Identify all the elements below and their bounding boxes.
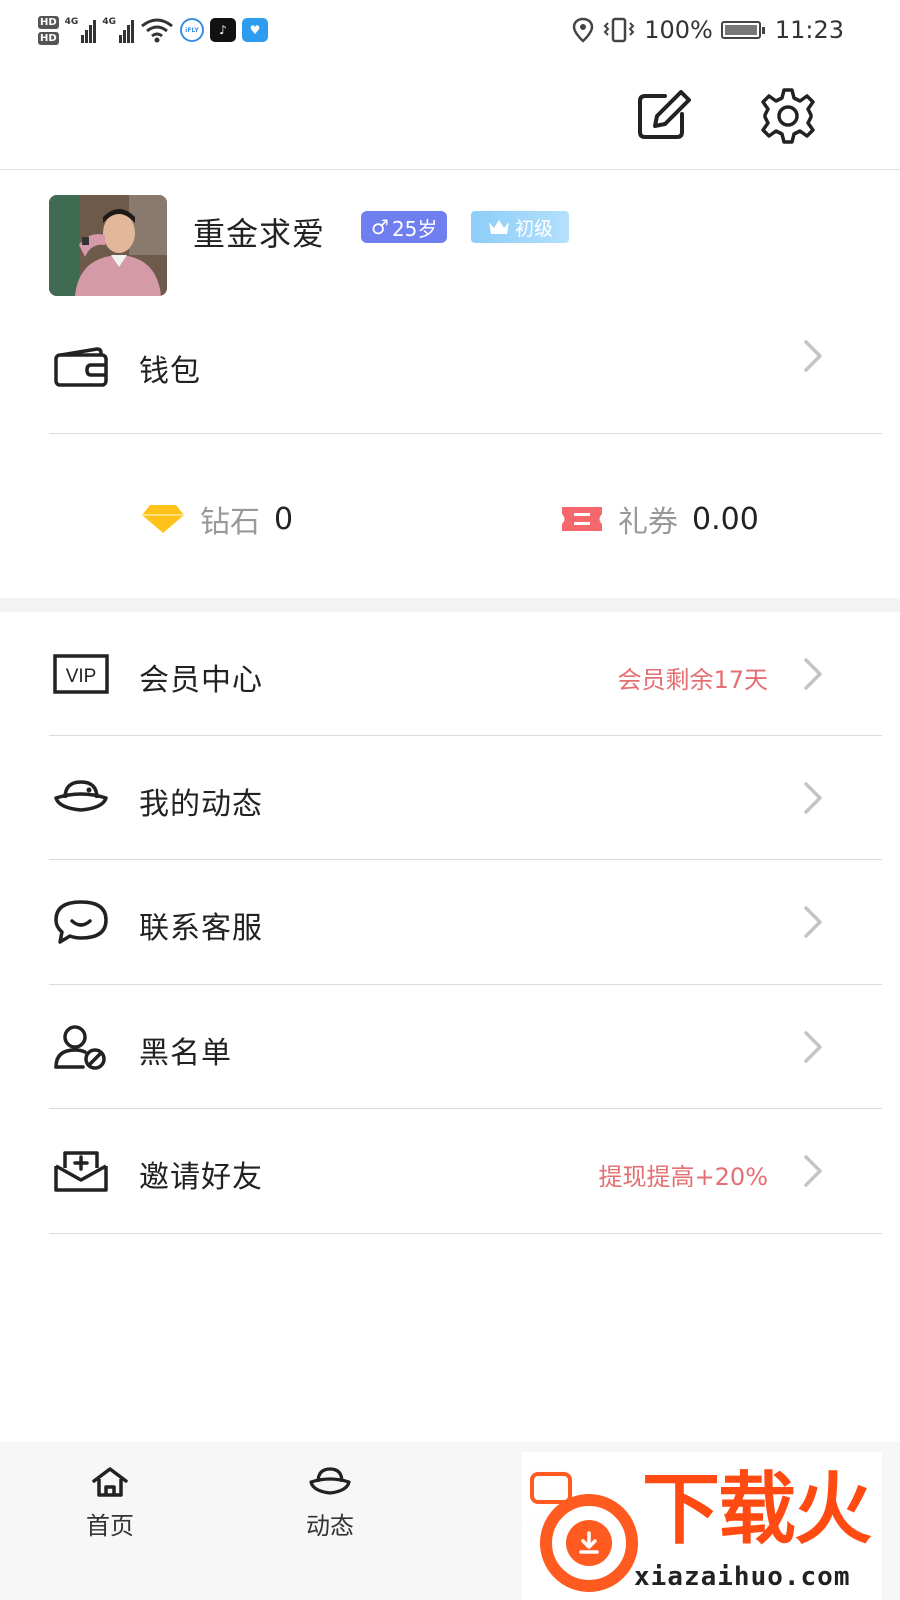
planet-icon bbox=[309, 1467, 351, 1495]
level-badge: 初级 bbox=[471, 211, 569, 243]
battery-percent: 100% bbox=[644, 16, 713, 44]
customer-service-row[interactable]: 联系客服 bbox=[49, 860, 882, 985]
avatar-photo bbox=[49, 195, 167, 296]
nav-home[interactable]: 首页 bbox=[50, 1466, 170, 1541]
watermark-logo: 下载火 xiazaihuo.com bbox=[522, 1452, 882, 1600]
location-icon bbox=[572, 17, 594, 43]
chevron-right-icon bbox=[801, 338, 825, 374]
nav-feed-label: 动态 bbox=[306, 1512, 354, 1540]
wallet-label: 钱包 bbox=[139, 354, 201, 389]
diamond-balance[interactable]: 钻石 0 bbox=[140, 494, 293, 544]
invite-friends-row[interactable]: 邀请好友 提现提高+20% bbox=[49, 1109, 882, 1234]
age-badge: ♂ 25岁 bbox=[361, 211, 448, 243]
coupon-value: 0.00 bbox=[692, 501, 759, 537]
diamond-icon bbox=[142, 505, 184, 533]
chat-bubble-icon bbox=[53, 894, 109, 950]
age-text: 25岁 bbox=[391, 216, 438, 241]
coupon-balance[interactable]: 礼券 0.00 bbox=[560, 494, 759, 544]
vip-icon: VIP bbox=[53, 646, 109, 702]
coupon-label: 礼券 bbox=[618, 505, 678, 540]
ifly-app-icon: iFLY bbox=[179, 18, 204, 42]
my-feed-label: 我的动态 bbox=[139, 787, 263, 822]
clock: 11:23 bbox=[774, 16, 844, 44]
diamond-value: 0 bbox=[274, 501, 294, 537]
blacklist-label: 黑名单 bbox=[139, 1036, 232, 1071]
edit-profile-button[interactable] bbox=[632, 84, 696, 148]
wifi-icon bbox=[141, 18, 173, 43]
hd1-badge: HD bbox=[38, 15, 59, 29]
status-icons-left: HD HD 4G 4G iFLY ♪ ♥ bbox=[38, 10, 268, 50]
avatar[interactable] bbox=[49, 195, 167, 296]
battery-icon bbox=[720, 21, 765, 39]
status-bar: HD HD 4G 4G iFLY ♪ ♥ 100% 11:23 bbox=[0, 0, 900, 62]
svg-text:VIP: VIP bbox=[66, 666, 97, 687]
vip-center-label: 会员中心 bbox=[139, 663, 263, 698]
chevron-right-icon bbox=[801, 780, 825, 816]
health-app-icon: ♥ bbox=[241, 18, 268, 42]
profile-header bbox=[0, 62, 900, 170]
planet-icon bbox=[53, 770, 109, 826]
invite-envelope-icon bbox=[53, 1143, 109, 1199]
download-icon bbox=[566, 1520, 612, 1566]
home-icon bbox=[92, 1467, 128, 1497]
settings-button[interactable] bbox=[756, 84, 820, 148]
vip-center-row[interactable]: VIP 会员中心 会员剩余17天 bbox=[49, 612, 882, 736]
chevron-right-icon bbox=[801, 656, 825, 692]
invite-bonus-text: 提现提高+20% bbox=[598, 1163, 768, 1191]
nav-home-label: 首页 bbox=[86, 1512, 134, 1540]
coupon-icon bbox=[562, 507, 602, 531]
hd-indicators: HD HD bbox=[38, 15, 59, 45]
diamond-label: 钻石 bbox=[200, 505, 260, 540]
wallet-row[interactable]: 钱包 bbox=[49, 310, 882, 434]
tiktok-app-icon: ♪ bbox=[209, 18, 236, 42]
watermark-title: 下载火 bbox=[642, 1465, 872, 1555]
my-feed-row[interactable]: 我的动态 bbox=[49, 736, 882, 860]
invite-friends-label: 邀请好友 bbox=[139, 1160, 263, 1195]
gear-icon bbox=[761, 88, 815, 144]
chevron-right-icon bbox=[801, 904, 825, 940]
profile-card[interactable]: 重金求爱 ♂ 25岁 初级 bbox=[49, 195, 869, 297]
hd2-badge: HD bbox=[38, 31, 59, 45]
crown-icon bbox=[488, 220, 509, 234]
nickname: 重金求爱 bbox=[193, 215, 326, 253]
vibrate-icon bbox=[603, 17, 635, 43]
wallet-icon bbox=[53, 338, 109, 394]
signal-2-icon: 4G bbox=[102, 17, 134, 43]
level-text: 初级 bbox=[514, 217, 553, 240]
chevron-right-icon bbox=[801, 1029, 825, 1065]
chevron-right-icon bbox=[801, 1153, 825, 1189]
blacklist-row[interactable]: 黑名单 bbox=[49, 985, 882, 1109]
edit-icon bbox=[638, 90, 691, 139]
signal-1-icon: 4G bbox=[65, 17, 97, 43]
customer-service-label: 联系客服 bbox=[139, 911, 263, 946]
section-divider bbox=[0, 598, 900, 612]
vip-remaining-text: 会员剩余17天 bbox=[617, 666, 768, 694]
assets-summary: 钻石 0 礼券 0.00 bbox=[0, 470, 900, 570]
block-user-icon bbox=[53, 1019, 109, 1075]
watermark-url: xiazaihuo.com bbox=[634, 1562, 851, 1592]
nav-feed[interactable]: 动态 bbox=[270, 1466, 390, 1541]
male-icon: ♂ bbox=[371, 215, 389, 239]
status-icons-right: 100% 11:23 bbox=[572, 14, 844, 46]
